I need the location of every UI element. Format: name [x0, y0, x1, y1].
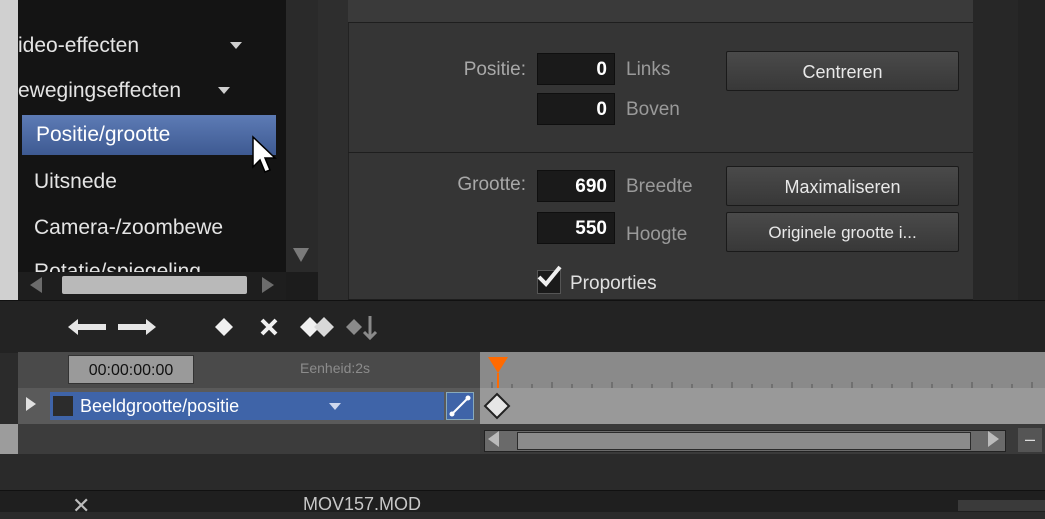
track-color-swatch [53, 396, 73, 416]
keyframe-track[interactable] [480, 388, 1045, 424]
bottom-toolbar [0, 490, 1045, 512]
timeline-ruler[interactable] [480, 352, 1045, 388]
list-item-label: Camera-/zoombewe [34, 216, 224, 239]
effects-list: ideo-effecten ewegingseffecten Positie/g… [18, 0, 286, 272]
chevron-down-icon [230, 42, 242, 49]
keyframe-marker-icon[interactable] [483, 392, 511, 420]
scroll-left-icon[interactable] [30, 277, 42, 293]
scroll-down-icon[interactable] [293, 248, 309, 262]
list-item-rotation[interactable]: Rotatie/spiegeling [18, 252, 286, 272]
scroll-thumb[interactable] [62, 276, 247, 294]
zoom-out-button[interactable]: – [1018, 428, 1042, 452]
playhead-icon[interactable] [486, 355, 510, 389]
position-label: Positie: [463, 59, 526, 80]
scroll-left-icon[interactable] [488, 431, 499, 447]
timeline-scroll-thumb[interactable] [517, 432, 971, 450]
position-top-input[interactable]: 0 [537, 93, 615, 125]
next-keyframe-icon[interactable] [114, 314, 158, 340]
timecode-field[interactable]: 00:00:00:00 [68, 355, 194, 384]
proportions-label: Proporties [570, 273, 657, 294]
properties-area [348, 0, 975, 300]
bottom-field[interactable] [958, 500, 1045, 511]
scroll-right-icon[interactable] [988, 431, 999, 447]
ruler-ticks [491, 382, 1033, 388]
timeline-footer [0, 454, 1045, 490]
list-item-camera-zoom[interactable]: Camera-/zoombewe [18, 208, 286, 248]
close-icon[interactable]: ✕ [72, 493, 90, 519]
checkmark-icon [537, 265, 562, 287]
size-label: Grootte: [457, 174, 526, 195]
properties-header [348, 0, 973, 23]
track-name: Beeldgrootte/positie [80, 396, 240, 416]
size-height-input[interactable]: 550 [537, 212, 615, 244]
expand-track-icon[interactable] [26, 397, 36, 411]
timeline-unit-label: Eenheid:2s [300, 360, 371, 376]
add-keyframe-icon[interactable] [213, 316, 235, 338]
category-video-effects[interactable]: ideo-effecten [18, 26, 286, 66]
category-motion-effects[interactable]: ewegingseffecten [18, 71, 286, 111]
panel-edge [0, 0, 18, 300]
divider [348, 22, 973, 23]
maximize-button[interactable]: Maximaliseren [726, 166, 959, 206]
delete-keyframe-icon[interactable] [258, 316, 280, 338]
keyframe-options-icon[interactable] [300, 314, 340, 340]
clip-name: MOV157.MOD [303, 494, 422, 514]
timeline-spacer [18, 424, 480, 454]
size-width-input[interactable]: 690 [537, 170, 615, 202]
scroll-right-icon[interactable] [262, 277, 274, 293]
curve-icon [449, 395, 471, 417]
right-panel-scroll [1018, 0, 1045, 300]
keyframe-extra-icon[interactable] [346, 314, 380, 340]
size-width-unit: Breedte [626, 176, 693, 197]
position-left-input[interactable]: 0 [537, 53, 615, 85]
position-left-unit: Links [626, 59, 671, 80]
previous-keyframe-icon[interactable] [66, 314, 110, 340]
list-item-position-size[interactable]: Positie/grootte [22, 115, 276, 155]
list-item-crop[interactable]: Uitsnede [18, 162, 286, 202]
curve-editor-button[interactable] [446, 392, 474, 420]
chevron-down-icon [218, 87, 230, 94]
mouse-cursor-icon [252, 135, 277, 173]
vertical-scrollbar[interactable] [286, 0, 318, 272]
list-item-label: Uitsnede [34, 170, 117, 193]
original-size-button[interactable]: Originele grootte i... [726, 212, 959, 252]
category-label: ideo-effecten [18, 34, 140, 57]
size-height-unit: Hoogte [626, 224, 688, 245]
center-button[interactable]: Centreren [726, 51, 959, 91]
category-label: ewegingseffecten [18, 79, 182, 102]
list-item-label: Positie/grootte [36, 123, 171, 146]
list-item-label: Rotatie/spiegeling [34, 260, 201, 272]
position-top-unit: Boven [626, 99, 680, 120]
chevron-down-icon [329, 403, 341, 410]
divider [348, 152, 973, 153]
